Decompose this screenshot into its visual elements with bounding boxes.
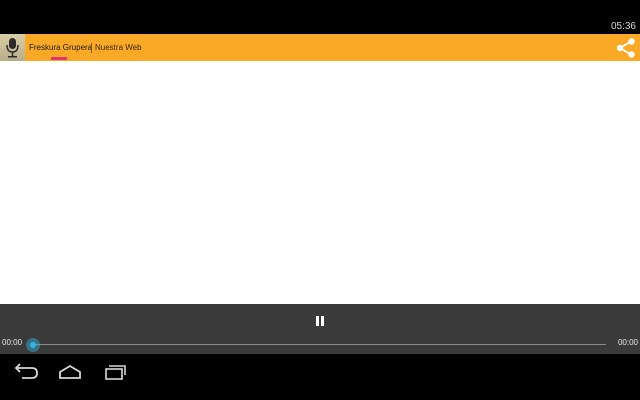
navigation-bar — [0, 354, 640, 400]
elapsed-time: 00:00 — [2, 338, 23, 347]
share-icon[interactable] — [614, 36, 638, 60]
status-clock: 05:36 — [610, 21, 636, 32]
back-icon[interactable] — [10, 360, 42, 384]
tab-nuestra-web[interactable]: Nuestra Web — [95, 34, 142, 61]
tab-indicator — [51, 57, 67, 60]
app-bar: Freskura Grupera Nuestra Web — [0, 34, 640, 61]
status-bar: 05:36 — [0, 0, 640, 34]
recent-apps-icon[interactable] — [99, 360, 131, 384]
seek-thumb[interactable] — [26, 338, 40, 352]
media-player: 00:00 00:00 — [0, 304, 640, 354]
home-icon[interactable] — [54, 360, 86, 384]
pause-icon[interactable] — [311, 312, 329, 330]
tab-divider — [91, 43, 92, 53]
seek-bar[interactable] — [33, 344, 606, 345]
web-content-area[interactable] — [0, 61, 640, 304]
microphone-icon[interactable] — [0, 34, 25, 61]
total-time: 00:00 — [617, 338, 638, 347]
